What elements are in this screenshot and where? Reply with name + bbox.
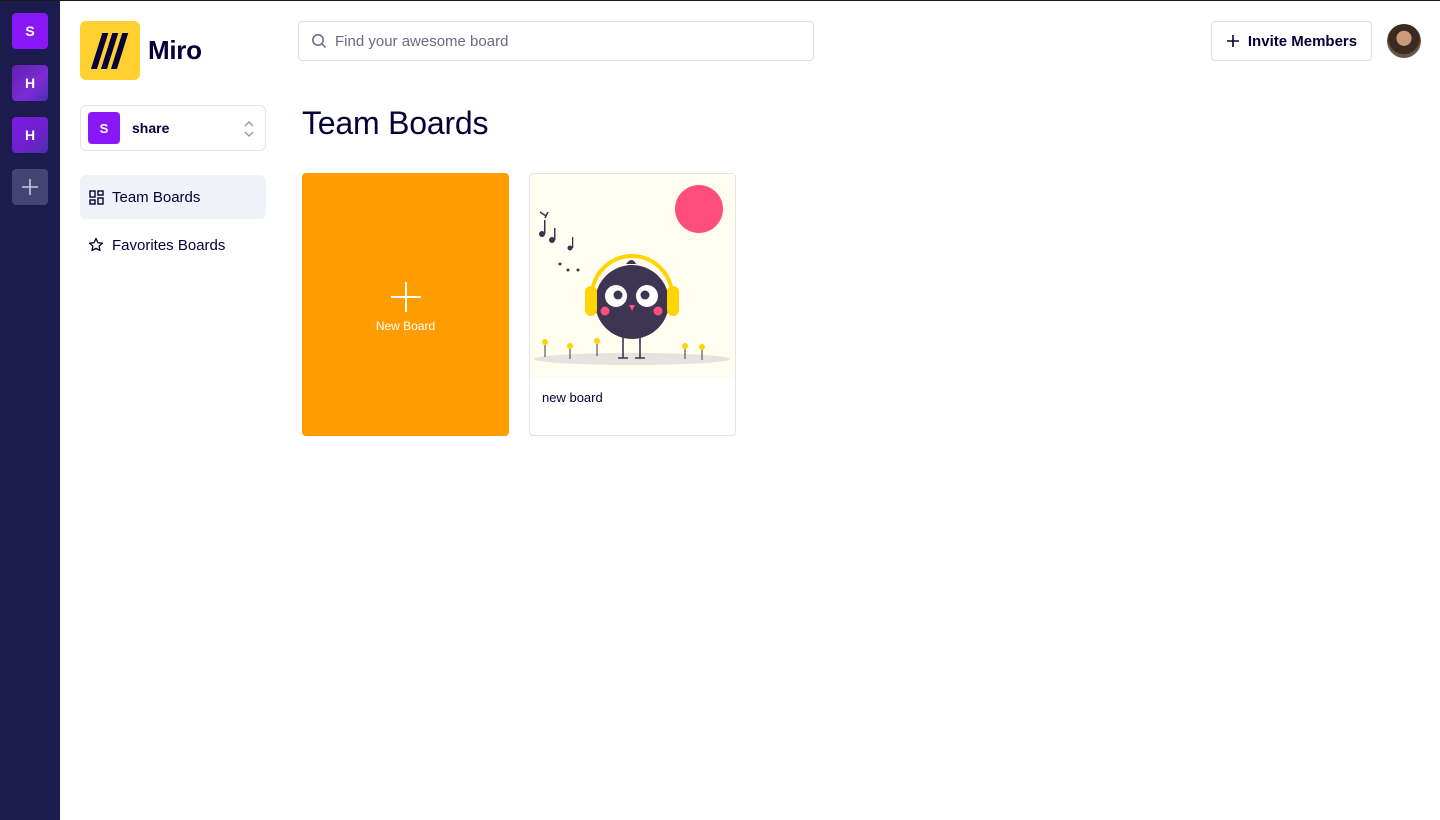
sidebar-item-favorites-boards[interactable]: Favorites Boards: [80, 223, 266, 267]
team-selector[interactable]: S share: [80, 105, 266, 151]
new-board-button[interactable]: New Board: [302, 173, 509, 436]
invite-members-label: Invite Members: [1247, 32, 1358, 50]
star-icon: [88, 237, 104, 253]
miro-logo-icon: [80, 21, 140, 80]
workspace-letter: S: [25, 23, 35, 39]
plus-icon: [22, 179, 38, 195]
user-avatar[interactable]: [1387, 24, 1421, 58]
board-title: new board: [542, 390, 603, 405]
chevron-up-down-icon: [244, 120, 254, 138]
board-thumbnail: [530, 174, 735, 378]
workspace-letter: H: [24, 127, 36, 143]
workspace-rail: S H H: [0, 1, 60, 820]
workspace-switch-h-2[interactable]: H: [12, 117, 48, 153]
sidebar-item-label: Team Boards: [112, 188, 201, 206]
miro-logo[interactable]: Miro: [80, 21, 202, 80]
sidebar-item-label: Favorites Boards: [112, 236, 226, 254]
page-title: Team Boards: [302, 105, 489, 141]
grid-icon: [88, 189, 104, 205]
search-icon: [312, 34, 327, 49]
new-board-label: New Board: [375, 318, 436, 333]
search-input[interactable]: [335, 32, 795, 50]
add-workspace-button[interactable]: [12, 169, 48, 205]
plus-icon: [390, 281, 421, 312]
board-search[interactable]: [298, 21, 814, 61]
plus-icon: [1226, 34, 1240, 48]
team-avatar-letter: S: [99, 120, 109, 136]
bird-with-headphones-illustration: [530, 174, 735, 378]
brand-name: Miro: [148, 35, 202, 65]
sidebar-item-team-boards[interactable]: Team Boards: [80, 175, 266, 219]
team-name: share: [132, 120, 170, 136]
team-avatar: S: [88, 112, 120, 144]
invite-members-button[interactable]: Invite Members: [1211, 21, 1372, 61]
workspace-switch-h[interactable]: H: [12, 65, 48, 101]
board-card[interactable]: new board: [529, 173, 736, 436]
workspace-letter: H: [24, 75, 36, 91]
workspace-switch-s[interactable]: S: [12, 13, 48, 49]
